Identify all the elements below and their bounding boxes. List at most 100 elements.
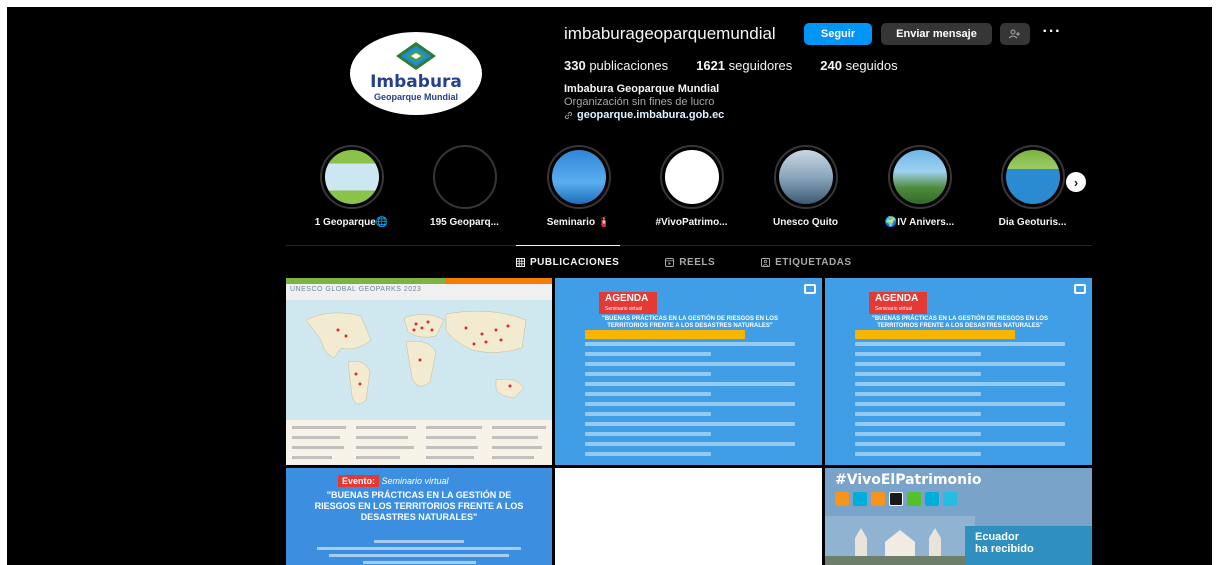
agenda-row [855, 402, 1065, 406]
highlights-next-icon[interactable]: › [1066, 172, 1086, 192]
agenda-title: "BUENAS PRÁCTICAS EN LA GESTIÓN DE RIESG… [872, 316, 1048, 329]
post-map-header: UNESCO GLOBAL GEOPARKS 2023 [286, 278, 552, 300]
sdg-icon [835, 492, 849, 506]
highlight-cover [437, 150, 492, 204]
highlight-cover [778, 150, 833, 204]
church-image [825, 516, 975, 565]
legend-line [292, 446, 344, 449]
agenda-row [855, 422, 1065, 426]
post-thumbnail[interactable]: #VivoElPatrimonio Ecuador ha recibido [825, 468, 1092, 565]
agenda-row [855, 372, 981, 376]
tab-publicaciones[interactable]: PUBLICACIONES [516, 257, 619, 268]
carousel-icon [804, 284, 816, 294]
agenda-schedule [855, 342, 1065, 462]
vivo-patrimonio-title: #VivoElPatrimonio [835, 472, 982, 488]
legend-line [356, 446, 414, 449]
agenda-schedule [585, 342, 795, 462]
send-message-button[interactable]: Enviar mensaje [881, 23, 992, 45]
sdg-icon [853, 492, 867, 506]
highlight-cover [664, 150, 719, 204]
highlight-label: 🌍IV Anivers... [884, 217, 955, 228]
profile-website-link[interactable]: geoparque.imbabura.gob.ec [564, 109, 724, 122]
highlight-ring [659, 145, 724, 209]
tab-reels[interactable]: REELS [665, 257, 715, 268]
highlight-label: Dia Geoturis... [998, 217, 1067, 228]
legend-line [492, 456, 534, 459]
follow-button[interactable]: Seguir [804, 23, 872, 45]
highlight-item[interactable]: 195 Geoparq... [417, 145, 512, 228]
legend-line [356, 426, 416, 429]
agenda-title: "BUENAS PRÁCTICAS EN LA GESTIÓN DE RIESG… [602, 316, 778, 329]
highlight-ring [546, 145, 611, 209]
grid-icon [516, 258, 525, 267]
following-count[interactable]: 240 seguidos [820, 58, 897, 73]
legend-line [356, 436, 408, 439]
add-user-icon [1009, 29, 1020, 39]
posts-count: 330 publicaciones [564, 58, 668, 73]
tab-label: REELS [679, 257, 716, 268]
legend-line [426, 456, 474, 459]
geopark-logo-icon [396, 42, 436, 70]
highlight-item[interactable]: #VivoPatrimo... [644, 145, 739, 228]
avatar-logo-subtitle: Geoparque Mundial [373, 92, 458, 102]
followers-count-value: 1621 [696, 58, 726, 73]
agenda-row [855, 442, 1065, 446]
agenda-row [585, 422, 795, 426]
post-thumbnail[interactable]: UNESCO GLOBAL GEOPARKS 2023 [286, 278, 552, 465]
carousel-icon [1074, 284, 1086, 294]
agenda-badge: AGENDA Seminario virtual [599, 292, 657, 314]
agenda-row [855, 352, 981, 356]
instagram-profile-page: Imbabura Geoparque Mundial imbaburageopa… [7, 7, 1212, 565]
legend-line [426, 446, 478, 449]
highlight-ring [319, 145, 384, 209]
following-count-label: seguidos [845, 58, 898, 73]
highlight-item[interactable]: Seminario 🧯 [531, 145, 626, 228]
highlight-cover [551, 150, 606, 204]
highlight-item[interactable]: 🌍IV Anivers... [872, 145, 967, 228]
agenda-date-bar [855, 330, 1015, 339]
active-tab-indicator [516, 245, 620, 246]
legend-line [292, 456, 332, 459]
post-thumbnail[interactable]: Evento: Seminario virtual "BUENAS PRÁCTI… [286, 468, 552, 565]
suggested-accounts-button[interactable] [1000, 23, 1030, 45]
highlight-item[interactable]: Dia Geoturis... [985, 145, 1080, 228]
event-badge-title: Evento: [338, 475, 380, 487]
highlight-label: 195 Geoparq... [430, 217, 499, 228]
legend-line [426, 426, 482, 429]
event-detail-line [317, 547, 521, 550]
following-count-value: 240 [820, 58, 842, 73]
agenda-row [585, 342, 795, 346]
legend-line [356, 456, 400, 459]
profile-website-text: geoparque.imbabura.gob.ec [577, 109, 725, 121]
more-options-button[interactable]: ··· [1040, 21, 1064, 43]
profile-category: Organización sin fines de lucro [564, 96, 715, 108]
highlight-item[interactable]: 1 Geoparque🌐 [304, 145, 399, 228]
agenda-row [585, 402, 795, 406]
profile-avatar[interactable]: Imbabura Geoparque Mundial [350, 32, 482, 115]
post-thumbnail[interactable] [555, 468, 822, 565]
posts-count-value: 330 [564, 58, 586, 73]
world-map-icon [305, 310, 527, 405]
highlight-item[interactable]: Unesco Quito [758, 145, 853, 228]
tab-etiquetadas[interactable]: ETIQUETADAS [761, 257, 851, 268]
reels-icon [665, 258, 675, 267]
post-map-header-strip [286, 278, 552, 284]
post-thumbnail[interactable]: AGENDA Seminario virtual "BUENAS PRÁCTICA… [555, 278, 822, 465]
highlight-label: Seminario 🧯 [546, 217, 611, 228]
agenda-badge-subtitle: Seminario virtual [875, 306, 913, 312]
tab-label: PUBLICACIONES [530, 257, 620, 268]
sdg-icons [835, 492, 957, 506]
followers-count-label: seguidores [728, 58, 793, 73]
highlight-cover [324, 150, 379, 204]
event-detail-line [328, 554, 510, 557]
agenda-row [585, 452, 711, 456]
event-detail-line [362, 561, 476, 564]
post-thumbnail[interactable]: AGENDA Seminario virtual "BUENAS PRÁCTICA… [825, 278, 1092, 465]
agenda-row [585, 442, 795, 446]
agenda-row [585, 352, 711, 356]
event-detail-line [373, 540, 465, 543]
agenda-row [855, 392, 981, 396]
agenda-row [585, 382, 795, 386]
followers-count[interactable]: 1621 seguidores [696, 58, 792, 73]
profile-tabs: PUBLICACIONES REELS ETIQUETADAS [516, 257, 898, 268]
